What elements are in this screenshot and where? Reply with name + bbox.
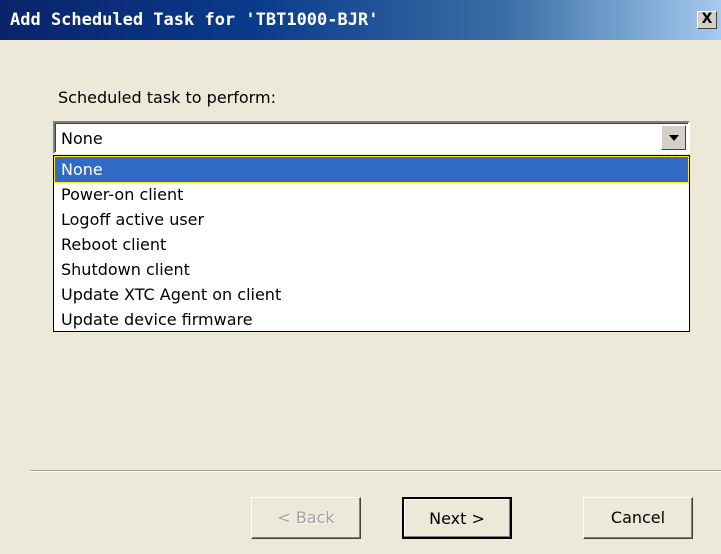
close-button[interactable]: X [697, 11, 717, 29]
dropdown-option-power-on-client[interactable]: Power-on client [55, 182, 688, 207]
task-dropdown-list: None Power-on client Logoff active user … [53, 155, 690, 332]
task-select[interactable]: None [53, 121, 690, 154]
back-button[interactable]: < Back [251, 497, 361, 539]
dropdown-option-reboot-client[interactable]: Reboot client [55, 232, 688, 257]
task-select-value: None [61, 129, 103, 148]
window-title: Add Scheduled Task for 'TBT1000-BJR' [10, 10, 379, 30]
dropdown-option-shutdown-client[interactable]: Shutdown client [55, 257, 688, 282]
dropdown-option-logoff-active-user[interactable]: Logoff active user [55, 207, 688, 232]
next-button[interactable]: Next > [402, 497, 512, 539]
cancel-button[interactable]: Cancel [583, 497, 693, 539]
divider [30, 470, 721, 472]
dialog-window: Add Scheduled Task for 'TBT1000-BJR' X S… [0, 0, 721, 554]
title-bar[interactable]: Add Scheduled Task for 'TBT1000-BJR' X [0, 0, 721, 40]
task-label: Scheduled task to perform: [58, 88, 276, 107]
close-icon: X [701, 11, 713, 27]
dropdown-option-update-firmware[interactable]: Update device firmware [55, 307, 688, 332]
dropdown-option-none[interactable]: None [54, 156, 689, 183]
chevron-down-icon[interactable] [661, 125, 686, 150]
dropdown-option-update-xtc-agent[interactable]: Update XTC Agent on client [55, 282, 688, 307]
